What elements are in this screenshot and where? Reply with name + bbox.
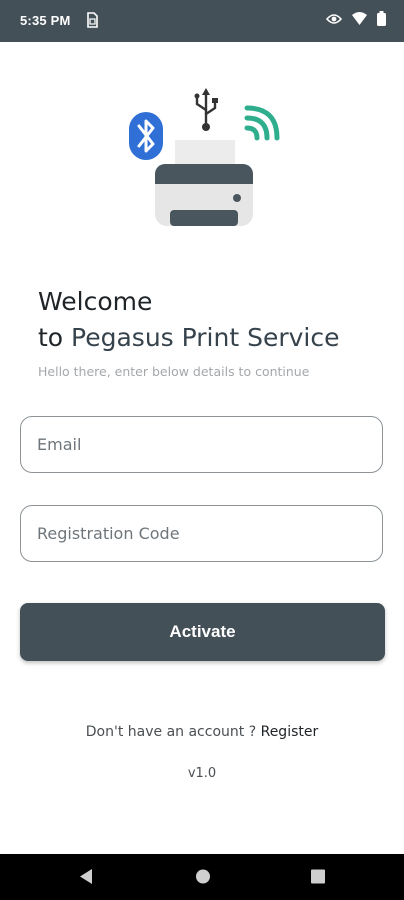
battery-icon: [377, 11, 386, 31]
email-field[interactable]: [20, 416, 383, 473]
register-link[interactable]: Register: [261, 724, 319, 740]
brand-name: Pegasus Print Service: [71, 323, 340, 352]
usb-icon: [194, 88, 218, 131]
welcome-line2-prefix: to: [38, 323, 72, 352]
registration-code-field[interactable]: [20, 505, 383, 562]
system-nav-bar: [0, 854, 404, 900]
home-icon[interactable]: [195, 868, 211, 885]
back-icon[interactable]: [78, 868, 94, 885]
app-version: v1.0: [187, 766, 217, 781]
wifi-waves-icon: [244, 105, 280, 141]
welcome-subtitle: Hello there, enter below details to cont…: [38, 364, 310, 379]
eye-icon: [325, 12, 343, 30]
register-prompt: Don't have an account ? Register: [0, 724, 404, 740]
register-prompt-text: Don't have an account ?: [85, 724, 261, 740]
welcome-heading: Welcome to Pegasus Print Service: [38, 284, 340, 356]
welcome-line2: to Pegasus Print Service: [38, 320, 340, 356]
status-icons: [325, 11, 386, 31]
status-time: 5:35 PM: [20, 13, 71, 28]
welcome-line1: Welcome: [38, 287, 153, 316]
bluetooth-icon: [129, 112, 163, 160]
email-input[interactable]: [21, 417, 382, 472]
activate-button[interactable]: Activate: [20, 603, 385, 661]
wifi-icon: [352, 12, 367, 30]
sim-icon: [87, 12, 98, 28]
status-bar: 5:35 PM: [0, 0, 404, 42]
recents-icon[interactable]: [310, 868, 326, 885]
printer-icon: [155, 140, 253, 226]
registration-code-input[interactable]: [21, 506, 382, 561]
printer-illustration: [129, 88, 280, 226]
